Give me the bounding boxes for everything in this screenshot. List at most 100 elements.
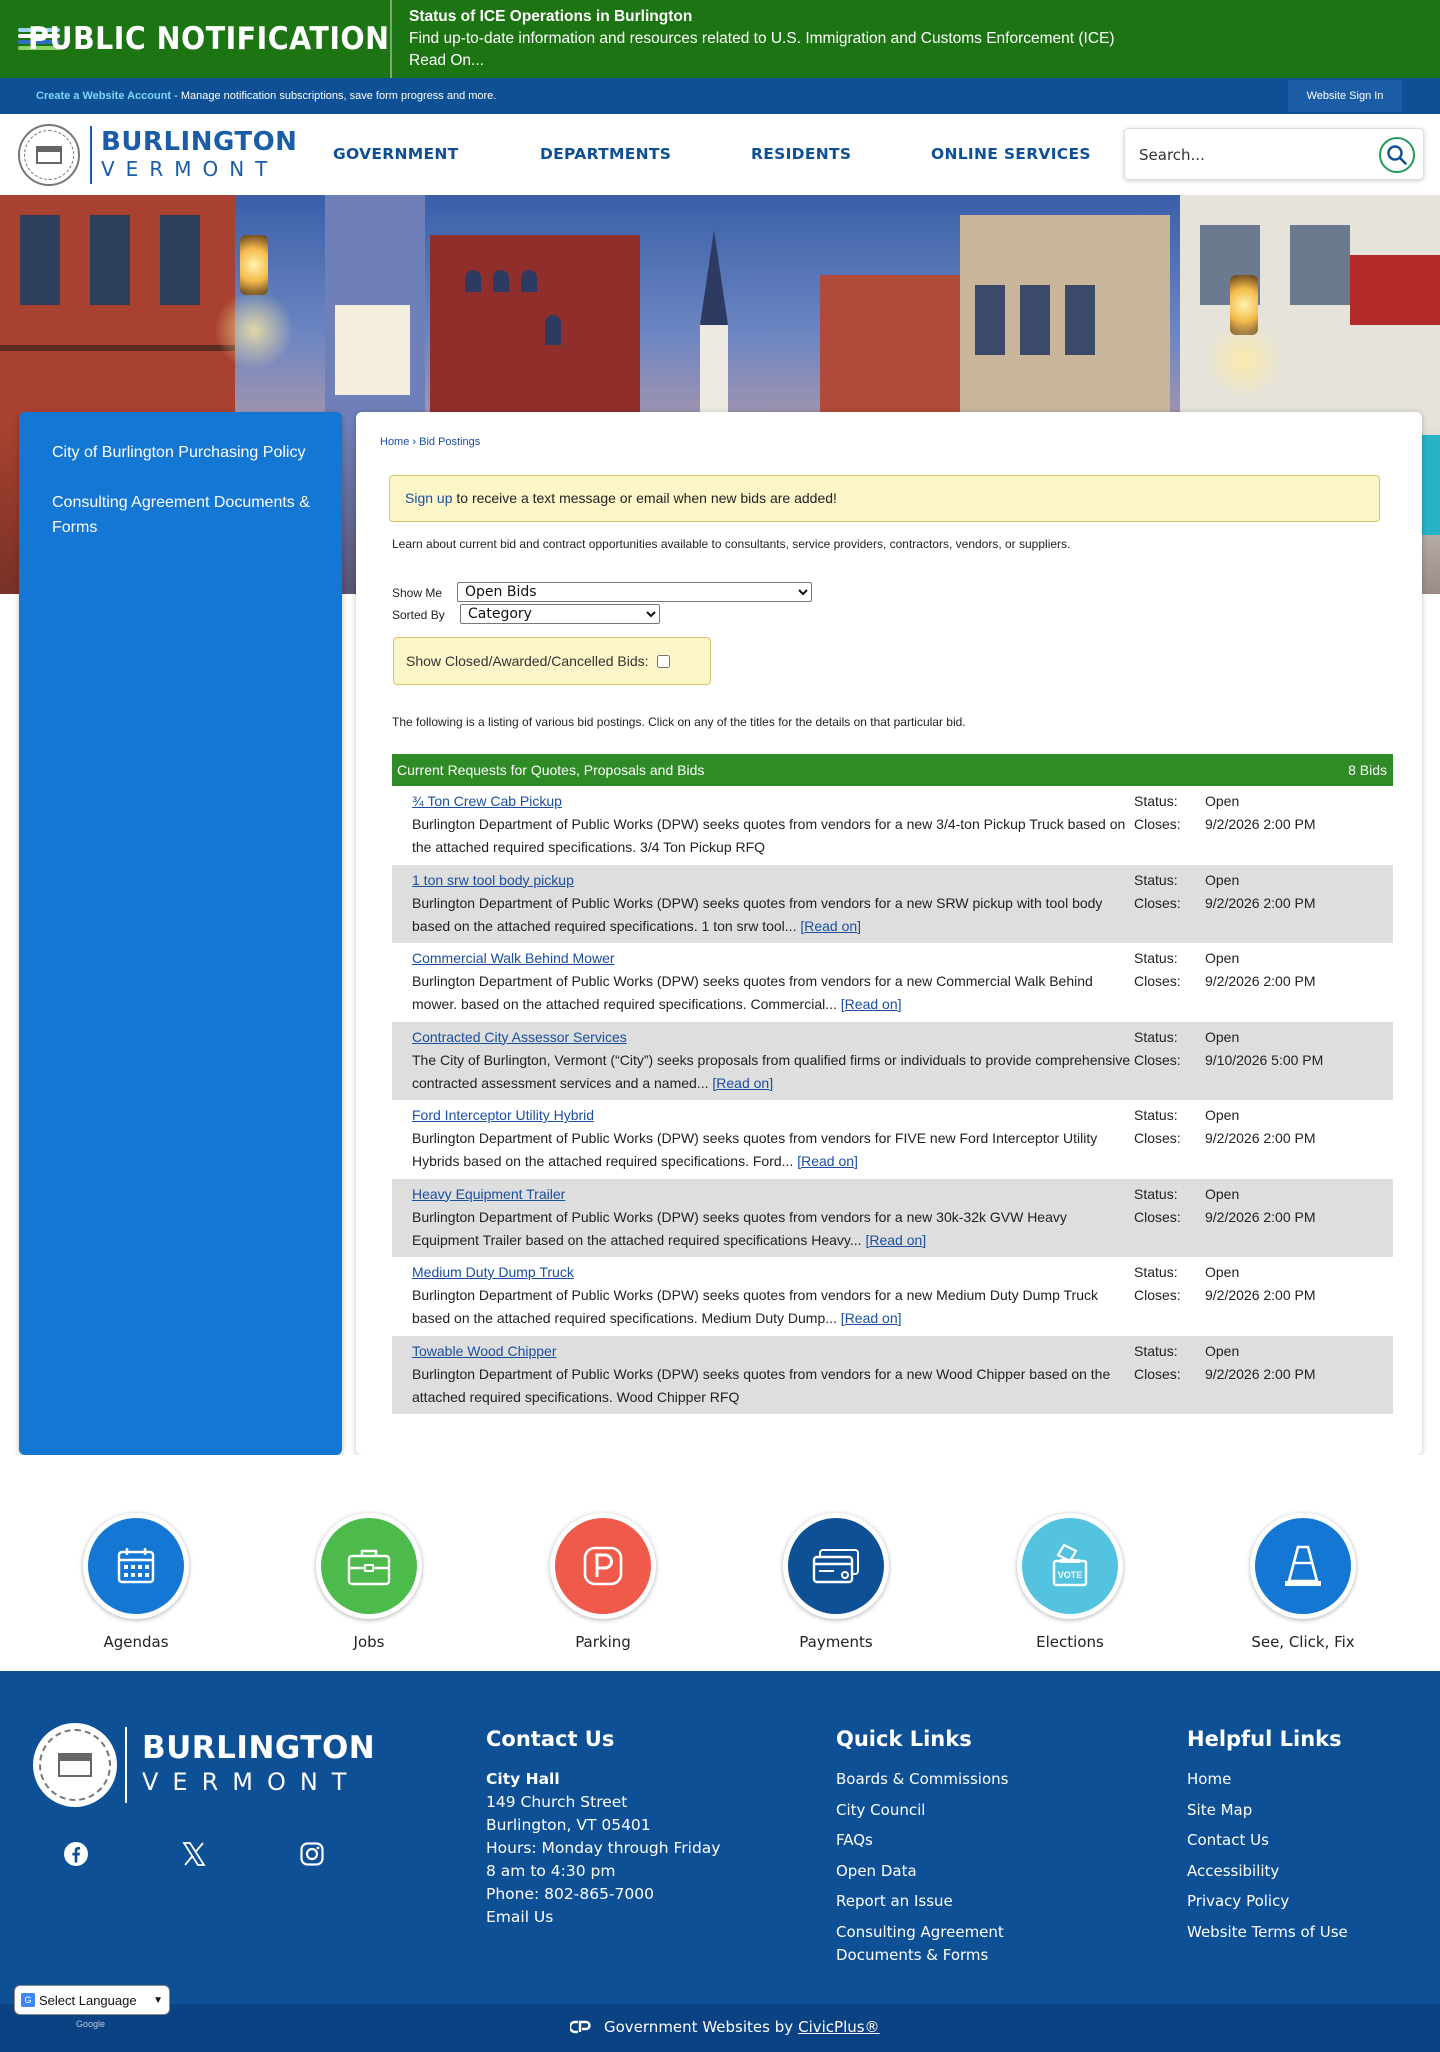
footer-logo[interactable]: BURLINGTON VERMONT — [33, 1723, 375, 1807]
alert-message[interactable]: Status of ICE Operations in Burlington F… — [392, 6, 1115, 72]
bid-title-link[interactable]: 1 ton srw tool body pickup — [412, 872, 574, 888]
footer-quick-link[interactable]: Consulting Agreement Documents & Forms — [836, 1921, 1066, 1967]
read-on-link[interactable]: Read on — [801, 1153, 854, 1169]
bid-title-link[interactable]: Medium Duty Dump Truck — [412, 1264, 574, 1280]
create-account-link[interactable]: Create a Website Account — [36, 90, 171, 102]
website-sign-in-button[interactable]: Website Sign In — [1288, 80, 1402, 112]
read-on: [Read on] — [712, 1074, 774, 1091]
quick-link-elections[interactable]: VOTE Elections — [990, 1513, 1150, 1651]
bid-status: Open — [1205, 1185, 1240, 1202]
bid-status: Open — [1205, 1264, 1240, 1280]
briefcase-icon — [321, 1518, 417, 1614]
sidebar-item-consulting-agreement[interactable]: Consulting Agreement Documents & Forms — [19, 478, 342, 553]
bid-description: Burlington Department of Public Works (D… — [412, 894, 1103, 934]
show-closed-checkbox[interactable] — [656, 654, 670, 668]
bid-closes: 9/2/2026 2:00 PM — [1205, 1365, 1316, 1382]
quick-link-see-click-fix[interactable]: See, Click, Fix — [1223, 1513, 1383, 1651]
bid-table-title: Current Requests for Quotes, Proposals a… — [397, 762, 705, 778]
quick-link-parking[interactable]: Parking — [523, 1513, 683, 1651]
quick-link-payments[interactable]: Payments — [756, 1513, 916, 1651]
google-translate-icon: G — [21, 1993, 35, 2007]
bid-row: ¾ Ton Crew Cab Pickup Burlington Departme… — [392, 786, 1393, 865]
footer-helpful-link[interactable]: Privacy Policy — [1187, 1890, 1348, 1913]
logo-name: BURLINGTON — [101, 127, 298, 157]
bid-description: Burlington Department of Public Works (D… — [412, 1208, 1067, 1248]
read-on-link[interactable]: Read on — [845, 1310, 898, 1326]
nav-departments[interactable]: DEPARTMENTS — [540, 145, 671, 163]
closes-label: Closes: — [1134, 973, 1181, 989]
search-icon — [1387, 145, 1407, 165]
closes-label: Closes: — [1134, 1287, 1181, 1303]
sign-up-link[interactable]: Sign up — [405, 490, 452, 506]
bid-closes: 9/2/2026 2:00 PM — [1205, 816, 1316, 832]
read-on-link[interactable]: Read on — [716, 1075, 769, 1091]
closes-label: Closes: — [1134, 1365, 1181, 1382]
contact-heading: Contact Us — [486, 1727, 615, 1751]
contact-email-link[interactable]: Email Us — [486, 1906, 720, 1929]
bid-description: Burlington Department of Public Works (D… — [412, 1130, 1098, 1169]
footer-helpful-link[interactable]: Contact Us — [1187, 1829, 1348, 1852]
closes-label: Closes: — [1134, 894, 1181, 911]
footer-helpful-link[interactable]: Accessibility — [1187, 1860, 1348, 1883]
sidebar-item-purchasing-policy[interactable]: City of Burlington Purchasing Policy — [19, 428, 342, 478]
footer-quick-link[interactable]: Report an Issue — [836, 1890, 1066, 1913]
quick-links-heading: Quick Links — [836, 1727, 972, 1751]
sorted-by-select[interactable]: Category — [460, 604, 660, 624]
civicplus-link[interactable]: CivicPlus® — [798, 2018, 879, 2036]
credit-card-icon — [788, 1518, 884, 1614]
site-logo[interactable]: BURLINGTON VERMONT — [18, 124, 297, 186]
bid-closes: 9/2/2026 2:00 PM — [1205, 973, 1316, 989]
facebook-icon[interactable] — [62, 1840, 90, 1868]
quick-link-agendas[interactable]: Agendas — [56, 1513, 216, 1651]
footer-helpful-link[interactable]: Site Map — [1187, 1799, 1348, 1822]
breadcrumb-bid-postings[interactable]: Bid Postings — [419, 436, 480, 448]
quick-link-jobs[interactable]: Jobs — [289, 1513, 449, 1651]
bid-status: Open — [1205, 950, 1240, 966]
read-on: [Read on] — [800, 917, 862, 934]
alert-read-on-link[interactable]: Read On... — [409, 50, 1115, 72]
x-icon[interactable] — [180, 1840, 208, 1868]
status-label: Status: — [1134, 1342, 1178, 1359]
nav-online-services[interactable]: ONLINE SERVICES — [931, 145, 1091, 163]
show-me-select[interactable]: Open Bids — [457, 582, 812, 602]
bid-row: Contracted City Assessor Services The Cit… — [392, 1021, 1393, 1100]
chevron-down-icon: ▼ — [153, 1994, 163, 2006]
bid-row: Commercial Walk Behind Mower Burlington D… — [392, 943, 1393, 1022]
main-content: Home › Bid Postings Sign up to receive a… — [356, 412, 1422, 1455]
footer-quick-link[interactable]: City Council — [836, 1799, 1066, 1822]
nav-government[interactable]: GOVERNMENT — [333, 145, 459, 163]
sidebar: City of Burlington Purchasing Policy Con… — [19, 412, 342, 1455]
bid-closes: 9/2/2026 2:00 PM — [1205, 1208, 1316, 1225]
nav-residents[interactable]: RESIDENTS — [751, 145, 851, 163]
footer-helpful-link[interactable]: Home — [1187, 1768, 1348, 1791]
bid-description: Burlington Department of Public Works (D… — [412, 1365, 1111, 1405]
read-on-link[interactable]: Read on — [845, 996, 898, 1012]
footer-bottom-bar: Government Websites by CivicPlus® — [0, 2004, 1440, 2052]
bid-text: Medium Duty Dump Truck Burlington Departm… — [412, 1261, 1132, 1330]
footer-quick-link[interactable]: Boards & Commissions — [836, 1768, 1066, 1791]
bid-title-link[interactable]: Towable Wood Chipper — [412, 1343, 557, 1359]
breadcrumb-home[interactable]: Home — [380, 436, 409, 448]
footer-quick-link[interactable]: Open Data — [836, 1860, 1066, 1883]
bid-title-link[interactable]: Commercial Walk Behind Mower — [412, 950, 615, 966]
bid-title-link[interactable]: Ford Interceptor Utility Hybrid — [412, 1107, 594, 1123]
bid-status: Open — [1205, 1028, 1240, 1045]
search-input[interactable] — [1139, 143, 1359, 167]
alert-heading[interactable]: Status of ICE Operations in Burlington — [409, 6, 1115, 28]
bid-status: Open — [1205, 1107, 1240, 1123]
search-button[interactable] — [1379, 137, 1415, 173]
footer-contact: Contact Us City Hall 149 Church Street B… — [486, 1727, 720, 1929]
contact-address2: Burlington, VT 05401 — [486, 1816, 651, 1834]
language-select-label: Select Language — [39, 1992, 137, 2008]
language-select[interactable]: G Select Language ▼ — [14, 1985, 170, 2015]
footer-quick-link[interactable]: FAQs — [836, 1829, 1066, 1852]
account-bar: Create a Website Account - Manage notifi… — [0, 78, 1440, 114]
read-on-link[interactable]: Read on — [804, 918, 857, 934]
bid-table-header: Current Requests for Quotes, Proposals a… — [392, 754, 1393, 786]
bid-title-link[interactable]: Contracted City Assessor Services — [412, 1029, 627, 1045]
instagram-icon[interactable] — [298, 1840, 326, 1868]
bid-title-link[interactable]: ¾ Ton Crew Cab Pickup — [412, 793, 562, 809]
footer-helpful-link[interactable]: Website Terms of Use — [1187, 1921, 1348, 1944]
read-on-link[interactable]: Read on — [869, 1232, 922, 1248]
bid-title-link[interactable]: Heavy Equipment Trailer — [412, 1186, 565, 1202]
